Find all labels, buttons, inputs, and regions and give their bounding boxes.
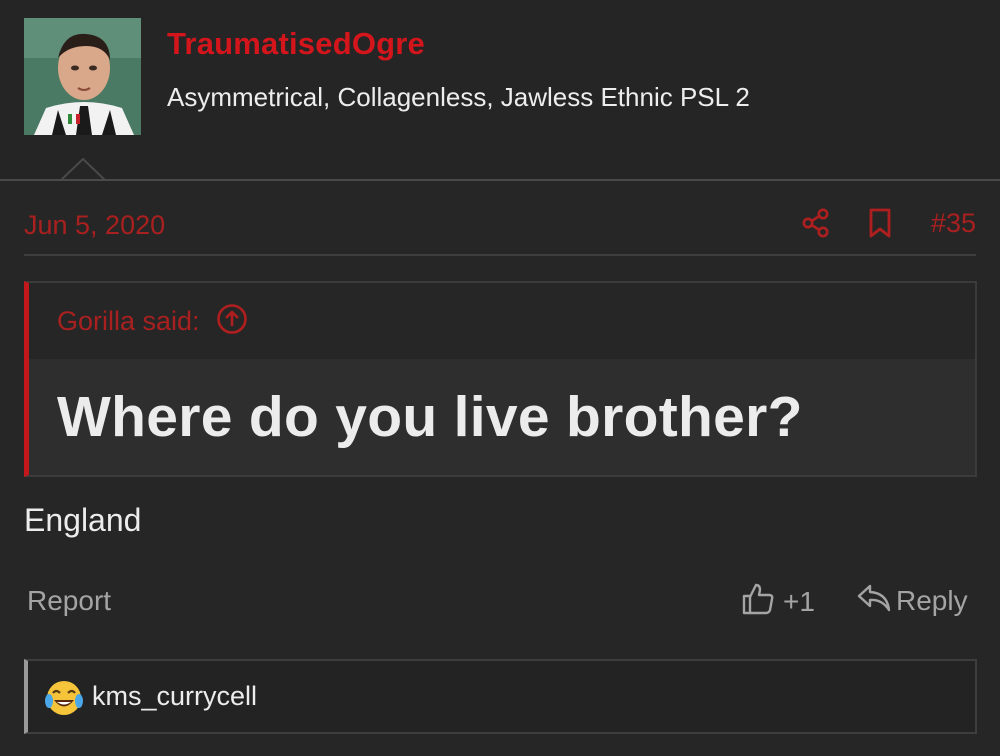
post-date[interactable]: Jun 5, 2020	[24, 210, 165, 241]
like-count: +1	[783, 585, 815, 617]
quote-author[interactable]: Gorilla said:	[57, 306, 200, 337]
avatar-image	[24, 18, 141, 135]
thumbs-up-icon	[741, 582, 775, 621]
post-header: TraumatisedOgre Asymmetrical, Collagenle…	[0, 0, 1000, 181]
reactions-bar[interactable]: kms_currycell	[24, 659, 977, 734]
header-divider	[0, 179, 1000, 181]
user-title: Asymmetrical, Collagenless, Jawless Ethn…	[167, 82, 750, 112]
reply-label: Reply	[896, 584, 968, 616]
share-icon[interactable]	[801, 205, 831, 241]
quote-block: Gorilla said: Where do you live brother?	[24, 281, 977, 477]
user-avatar[interactable]	[24, 18, 141, 135]
crying-laughing-emoji-icon	[44, 677, 84, 717]
quote-body: Where do you live brother?	[29, 359, 975, 475]
post-message: England	[24, 502, 142, 538]
header-pointer	[60, 158, 106, 181]
username[interactable]: TraumatisedOgre	[167, 26, 425, 62]
post-number[interactable]: #35	[931, 208, 976, 239]
quote-header: Gorilla said:	[29, 283, 975, 359]
quote-text: Where do you live brother?	[57, 385, 803, 449]
meta-divider	[24, 254, 976, 256]
arrow-up-circle-icon[interactable]	[216, 303, 248, 340]
like-button[interactable]: +1	[741, 582, 815, 621]
report-link[interactable]: Report	[27, 585, 111, 617]
bookmark-icon[interactable]	[865, 205, 895, 241]
reply-arrow-icon	[856, 582, 892, 619]
post-meta-actions: #35	[801, 205, 976, 241]
reply-button[interactable]: Reply	[856, 582, 968, 619]
reaction-username[interactable]: kms_currycell	[92, 681, 257, 712]
